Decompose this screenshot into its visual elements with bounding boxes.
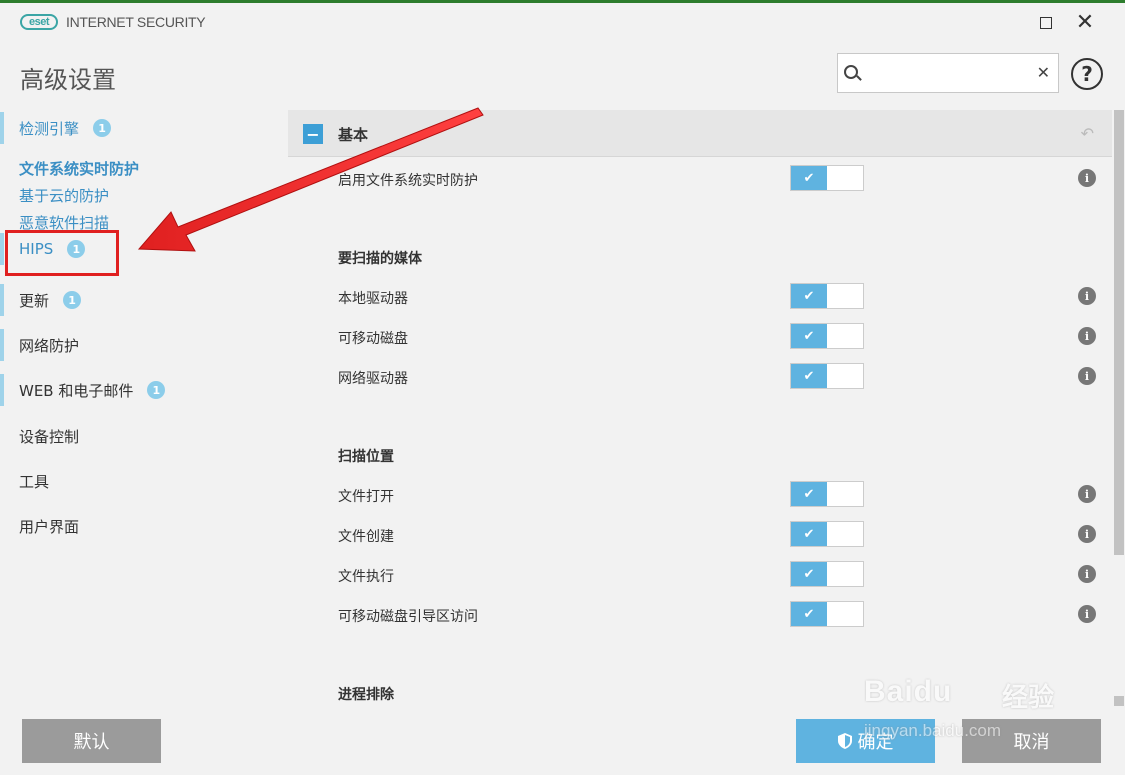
sidebar-item-network-protection[interactable]: 网络防护: [0, 327, 285, 363]
group-title: 要扫描的媒体: [338, 251, 422, 267]
sidebar-item-tools[interactable]: 工具: [0, 463, 285, 499]
boot-sector-toggle[interactable]: ✔: [790, 601, 864, 627]
clear-search-icon[interactable]: ✕: [1037, 63, 1050, 82]
sidebar-item-update[interactable]: 更新 1: [0, 282, 285, 318]
info-icon[interactable]: i: [1078, 169, 1096, 187]
sidebar-item-web-email[interactable]: WEB 和电子邮件 1: [0, 372, 285, 408]
notification-badge: 1: [93, 119, 112, 137]
setting-label: 可移动磁盘: [338, 331, 408, 347]
file-execute-toggle[interactable]: ✔: [790, 561, 864, 587]
setting-label: 可移动磁盘引导区访问: [338, 609, 478, 625]
help-icon: ?: [1081, 62, 1093, 86]
sidebar-item-detection-engine[interactable]: 检测引擎 1: [0, 110, 285, 146]
sidebar-subitem-realtime-protection[interactable]: 文件系统实时防护: [19, 158, 139, 179]
collapse-button[interactable]: −: [303, 124, 323, 144]
close-button[interactable]: ✕: [1073, 11, 1097, 35]
file-open-toggle[interactable]: ✔: [790, 481, 864, 507]
sidebar-item-label: WEB 和电子邮件: [19, 381, 134, 400]
check-icon: ✔: [791, 166, 827, 190]
scrollbar[interactable]: [1112, 110, 1125, 710]
highlight-box: [5, 230, 119, 276]
watermark-logo: Baidu: [864, 675, 953, 708]
info-icon[interactable]: i: [1078, 485, 1096, 503]
maximize-icon: [1040, 17, 1052, 29]
baidu-watermark: Baidu 经验 jingyan.baidu.com: [862, 655, 1062, 750]
sidebar-item-label: 设备控制: [19, 427, 80, 446]
eset-logo: eset: [20, 14, 58, 30]
sidebar-item-label: 网络防护: [19, 336, 80, 355]
search-icon: [844, 65, 858, 79]
sidebar-item-user-interface[interactable]: 用户界面: [0, 508, 285, 544]
info-icon[interactable]: i: [1078, 367, 1096, 385]
check-icon: ✔: [791, 364, 827, 388]
help-button[interactable]: ?: [1071, 58, 1103, 90]
local-drives-toggle[interactable]: ✔: [790, 283, 864, 309]
section-title: 基本: [338, 126, 369, 144]
check-icon: ✔: [791, 522, 827, 546]
group-title: 进程排除: [338, 687, 394, 703]
check-icon: ✔: [791, 284, 827, 308]
info-icon[interactable]: i: [1078, 287, 1096, 305]
info-icon[interactable]: i: [1078, 605, 1096, 623]
watermark-jingyan: 经验: [1002, 683, 1055, 713]
check-icon: ✔: [791, 482, 827, 506]
undo-icon[interactable]: ↶: [1081, 124, 1094, 143]
page-title: 高级设置: [20, 66, 116, 94]
minus-icon: −: [306, 124, 320, 144]
sidebar-item-device-control[interactable]: 设备控制: [0, 418, 285, 454]
removable-media-toggle[interactable]: ✔: [790, 323, 864, 349]
group-title: 扫描位置: [338, 449, 394, 465]
info-icon[interactable]: i: [1078, 327, 1096, 345]
sidebar-item-label: 用户界面: [19, 517, 80, 536]
setting-label: 启用文件系统实时防护: [338, 173, 478, 189]
button-label: 默认: [73, 732, 110, 753]
default-button[interactable]: 默认: [22, 719, 161, 763]
product-name: INTERNET SECURITY: [66, 14, 206, 30]
setting-label: 文件创建: [338, 529, 394, 545]
shield-icon: [837, 733, 852, 749]
sidebar-item-label: 检测引擎: [19, 119, 80, 138]
notification-badge: 1: [147, 381, 166, 399]
info-icon[interactable]: i: [1078, 525, 1096, 543]
scroll-down-arrow[interactable]: [1114, 696, 1124, 706]
check-icon: ✔: [791, 562, 827, 586]
close-icon: ✕: [1075, 10, 1095, 35]
setting-label: 网络驱动器: [338, 371, 408, 387]
sidebar-subitem-cloud-protection[interactable]: 基于云的防护: [19, 185, 109, 206]
setting-label: 本地驱动器: [338, 291, 408, 307]
watermark-url: jingyan.baidu.com: [864, 721, 1002, 740]
scrollbar-thumb[interactable]: [1114, 110, 1124, 555]
network-drives-toggle[interactable]: ✔: [790, 363, 864, 389]
search-box: ✕: [837, 53, 1059, 93]
info-icon[interactable]: i: [1078, 565, 1096, 583]
setting-label: 文件执行: [338, 569, 394, 585]
file-create-toggle[interactable]: ✔: [790, 521, 864, 547]
maximize-button[interactable]: [1034, 11, 1058, 35]
search-input[interactable]: [864, 60, 1029, 86]
check-icon: ✔: [791, 602, 827, 626]
check-icon: ✔: [791, 324, 827, 348]
notification-badge: 1: [63, 291, 82, 309]
settings-panel: − 基本 ↶ 启用文件系统实时防护 ✔ i 要扫描的媒体 本地驱动器 ✔ i 可…: [288, 110, 1112, 710]
section-header: − 基本 ↶: [288, 110, 1112, 157]
enable-realtime-toggle[interactable]: ✔: [790, 165, 864, 191]
sidebar-item-label: 工具: [19, 472, 50, 491]
title-bar: eset INTERNET SECURITY ✕: [0, 3, 1125, 43]
setting-label: 文件打开: [338, 489, 394, 505]
sidebar-item-label: 更新: [19, 291, 50, 310]
